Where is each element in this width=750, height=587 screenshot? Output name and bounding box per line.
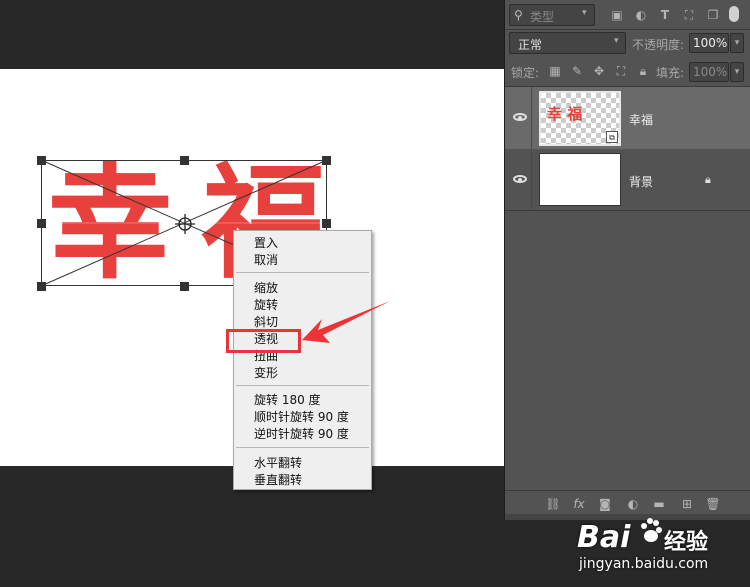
filter-label: 类型 [530, 10, 555, 24]
chevron-down-icon[interactable]: ▾ [730, 62, 744, 82]
menu-separator [236, 447, 369, 448]
layer-filter-dropdown[interactable]: ⚲ 类型 ▾ [509, 4, 595, 26]
adjustment-filter-icon[interactable]: ◐ [633, 7, 649, 23]
link-icon[interactable]: ⛓ [545, 496, 561, 512]
menu-item-warp[interactable]: 变形 [254, 366, 278, 380]
layers-panel: ⚲ 类型 ▾ ▣ ◐ T ⛶ ❐ 正常 ▾ 不透明度: 100% ▾ 锁定: ▦… [504, 0, 750, 520]
paw-logo-icon [640, 510, 662, 550]
layer-thumbnail [539, 153, 621, 206]
transform-handle-top-left[interactable] [37, 156, 46, 165]
chevron-down-icon[interactable]: ▾ [730, 33, 744, 53]
fx-icon[interactable]: fx [571, 496, 587, 512]
lock-all-icon[interactable]: 🔒︎ [635, 63, 651, 79]
pixel-filter-icon[interactable]: ▣ [609, 7, 625, 23]
menu-separator [236, 385, 369, 386]
fill-input[interactable]: 100% [689, 62, 729, 82]
lock-position-icon[interactable]: ✥ [591, 63, 607, 79]
mask-icon[interactable]: ◙ [597, 496, 613, 512]
menu-item-rotate-90-cw[interactable]: 顺时针旋转 90 度 [254, 410, 349, 424]
layer-row-background[interactable]: 背景 🔒︎ [505, 150, 750, 210]
smart-object-badge-icon: ⧉ [606, 131, 618, 143]
watermark-url: jingyan.baidu.com [579, 556, 709, 572]
layer-name[interactable]: 背景 [629, 173, 653, 190]
blend-mode-value: 正常 [518, 38, 543, 52]
fill-label: 填充: [656, 66, 685, 80]
adjustment-icon[interactable]: ◐ [625, 496, 641, 512]
layer-row-xingfu[interactable]: 幸 福 ⧉ 幸福 [505, 87, 750, 149]
chevron-down-icon: ▾ [614, 36, 619, 46]
transform-context-menu: 置入 取消 缩放 旋转 斜切 透视 扭曲 变形 旋转 180 度 顺时针旋转 9… [233, 230, 372, 490]
search-icon: ⚲ [514, 8, 523, 22]
divider [531, 150, 532, 210]
divider [505, 490, 750, 491]
menu-item-rotate-180[interactable]: 旋转 180 度 [254, 393, 321, 407]
transform-handle-top-right[interactable] [322, 156, 331, 165]
menu-separator [236, 272, 369, 273]
transform-handle-bottom[interactable] [180, 282, 189, 291]
new-layer-icon[interactable]: ⊞ [679, 496, 695, 512]
menu-item-flip-horizontal[interactable]: 水平翻转 [254, 456, 302, 470]
menu-item-place[interactable]: 置入 [254, 236, 278, 250]
transform-handle-top[interactable] [180, 156, 189, 165]
transform-handle-right[interactable] [322, 219, 331, 228]
blend-mode-dropdown[interactable]: 正常 ▾ [509, 32, 626, 54]
lock-label: 锁定: [511, 66, 540, 80]
divider [531, 87, 532, 149]
filter-toggle[interactable] [729, 6, 739, 22]
menu-item-rotate-90-ccw[interactable]: 逆时针旋转 90 度 [254, 427, 349, 441]
smart-object-filter-icon[interactable]: ❐ [705, 7, 721, 23]
menu-item-rotate[interactable]: 旋转 [254, 298, 278, 312]
chevron-down-icon: ▾ [582, 8, 587, 18]
thumbnail-text: 幸 福 [547, 105, 583, 123]
menu-item-flip-vertical[interactable]: 垂直翻转 [254, 473, 302, 487]
lock-pixels-brush-icon[interactable]: ✎ [569, 63, 585, 79]
lock-artboard-icon[interactable]: ⛶ [613, 63, 629, 79]
transform-handle-left[interactable] [37, 219, 46, 228]
menu-item-skew[interactable]: 斜切 [254, 315, 278, 329]
layer-thumbnail: 幸 福 ⧉ [539, 91, 621, 146]
layer-name[interactable]: 幸福 [629, 111, 653, 128]
menu-item-cancel[interactable]: 取消 [254, 253, 278, 267]
lock-transparent-icon[interactable]: ▦ [547, 63, 563, 79]
menu-item-scale[interactable]: 缩放 [254, 281, 278, 295]
watermark-suffix: 经验 [664, 530, 709, 555]
trash-icon[interactable]: 🗑︎ [705, 496, 721, 512]
divider [505, 29, 750, 30]
shape-filter-icon[interactable]: ⛶ [681, 7, 697, 23]
divider [505, 210, 750, 211]
type-filter-icon[interactable]: T [657, 7, 673, 23]
transform-handle-bottom-left[interactable] [37, 282, 46, 291]
watermark-brand: Bai [577, 520, 631, 555]
lock-icon: 🔒︎ [705, 173, 711, 186]
opacity-label: 不透明度: [632, 38, 685, 52]
opacity-input[interactable]: 100% [689, 33, 729, 53]
annotation-arrow-icon [302, 301, 390, 343]
